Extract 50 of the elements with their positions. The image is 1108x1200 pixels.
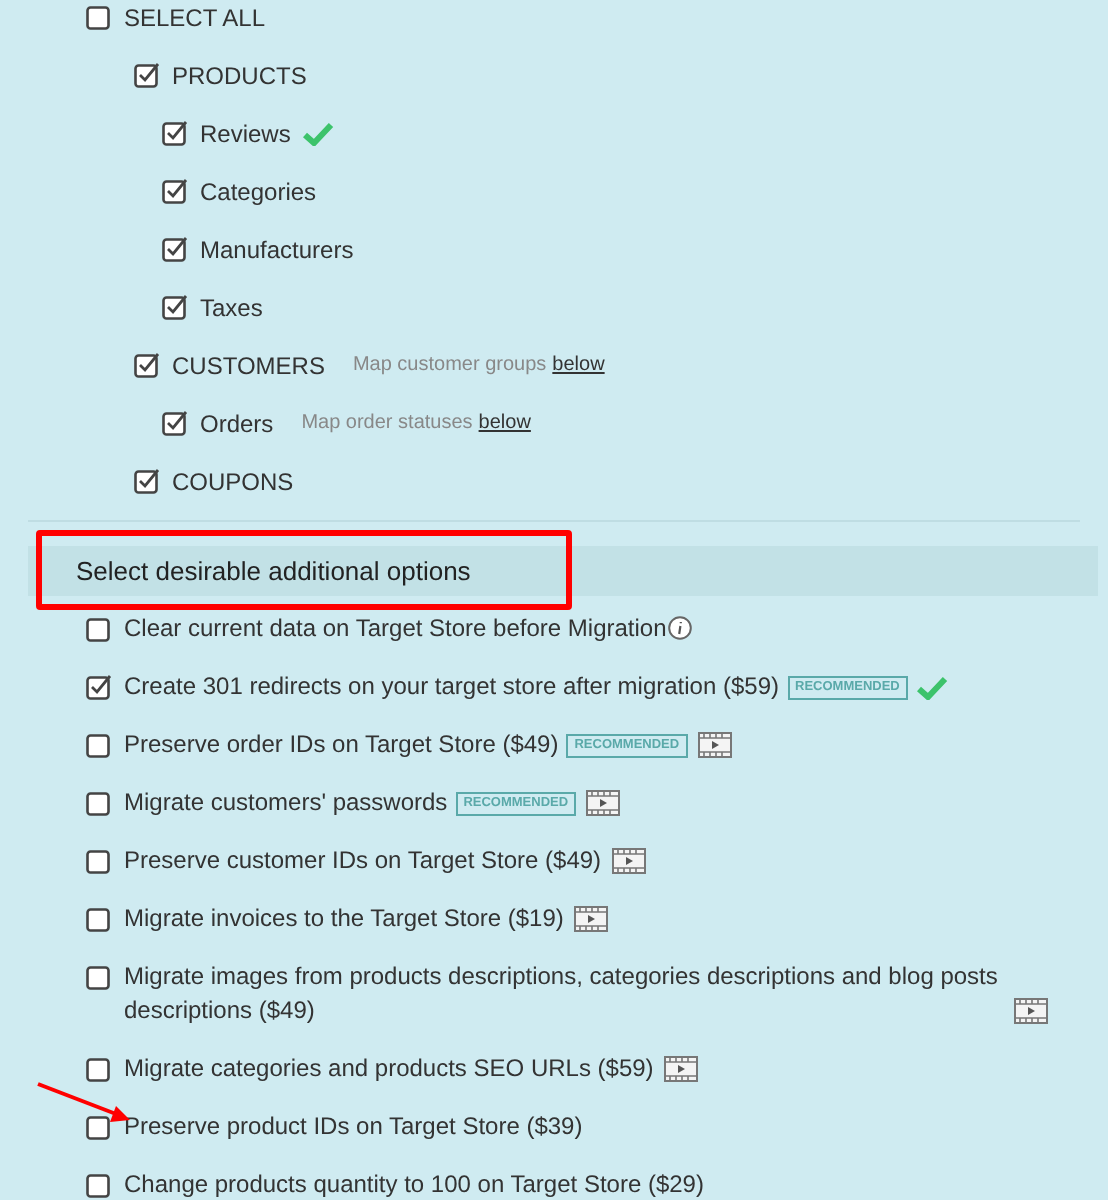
- checkbox[interactable]: [162, 178, 188, 204]
- checkbox[interactable]: [134, 352, 160, 378]
- checkbox[interactable]: [86, 732, 112, 758]
- checkbox[interactable]: [162, 294, 188, 320]
- note-text: Map order statuses: [301, 410, 473, 438]
- checkbox[interactable]: [134, 62, 160, 88]
- option-label: Change products quantity to 100 on Target Store ($29): [124, 1168, 704, 1200]
- info-icon[interactable]: [668, 616, 693, 640]
- option-label: Migrate customers' passwords: [124, 786, 448, 820]
- below-link[interactable]: below: [552, 350, 605, 380]
- checkbox[interactable]: [86, 674, 112, 700]
- checkbox[interactable]: [86, 4, 112, 30]
- option-label: Migrate categories and products SEO URLs ($59): [124, 1052, 654, 1086]
- checkbox[interactable]: [86, 790, 112, 816]
- below-link[interactable]: below: [478, 408, 531, 438]
- item-label: Manufacturers: [200, 233, 354, 267]
- item-label: Reviews: [200, 117, 291, 151]
- option-label: Preserve product IDs on Target Store ($39): [124, 1110, 583, 1144]
- video-icon: [611, 848, 646, 874]
- option-label: Migrate invoices to the Target Store ($19): [124, 902, 564, 936]
- checkbox[interactable]: [134, 468, 160, 494]
- checkbox[interactable]: [86, 848, 112, 874]
- video-icon: [1014, 998, 1048, 1024]
- option-label: Clear current data on Target Store before Migration: [124, 612, 667, 646]
- video-icon: [586, 790, 621, 816]
- group-label: PRODUCTS: [172, 59, 307, 93]
- checkbox[interactable]: [86, 616, 112, 642]
- note-text: Map customer groups: [352, 352, 547, 380]
- checkbox[interactable]: [86, 1056, 112, 1082]
- checkbox[interactable]: [86, 906, 112, 932]
- section-title: Select desirable additional options: [76, 553, 471, 590]
- item-label: Orders: [200, 407, 274, 441]
- checkbox[interactable]: [86, 1114, 112, 1140]
- video-icon: [663, 1056, 698, 1082]
- checkbox[interactable]: [86, 964, 112, 990]
- item-label: Taxes: [200, 291, 263, 325]
- video-icon: [573, 906, 608, 932]
- checkbox[interactable]: [162, 236, 188, 262]
- option-label: Preserve customer IDs on Target Store ($49): [124, 844, 602, 878]
- option-label: Create 301 redirects on your target store after migration ($59): [124, 670, 779, 704]
- checkbox[interactable]: [162, 120, 188, 146]
- select-all-label: SELECT ALL: [124, 1, 265, 35]
- group-label: CUSTOMERS: [172, 349, 325, 383]
- option-label: Migrate images from products descriptions, categories descriptions and blog posts descriptions ($49): [124, 960, 1000, 1028]
- item-label: Categories: [200, 175, 317, 209]
- group-label: COUPONS: [172, 465, 294, 499]
- checkbox[interactable]: [86, 1172, 112, 1198]
- option-label: Preserve order IDs on Target Store ($49): [124, 728, 559, 762]
- video-icon: [697, 732, 732, 758]
- checkbox[interactable]: [162, 410, 188, 436]
